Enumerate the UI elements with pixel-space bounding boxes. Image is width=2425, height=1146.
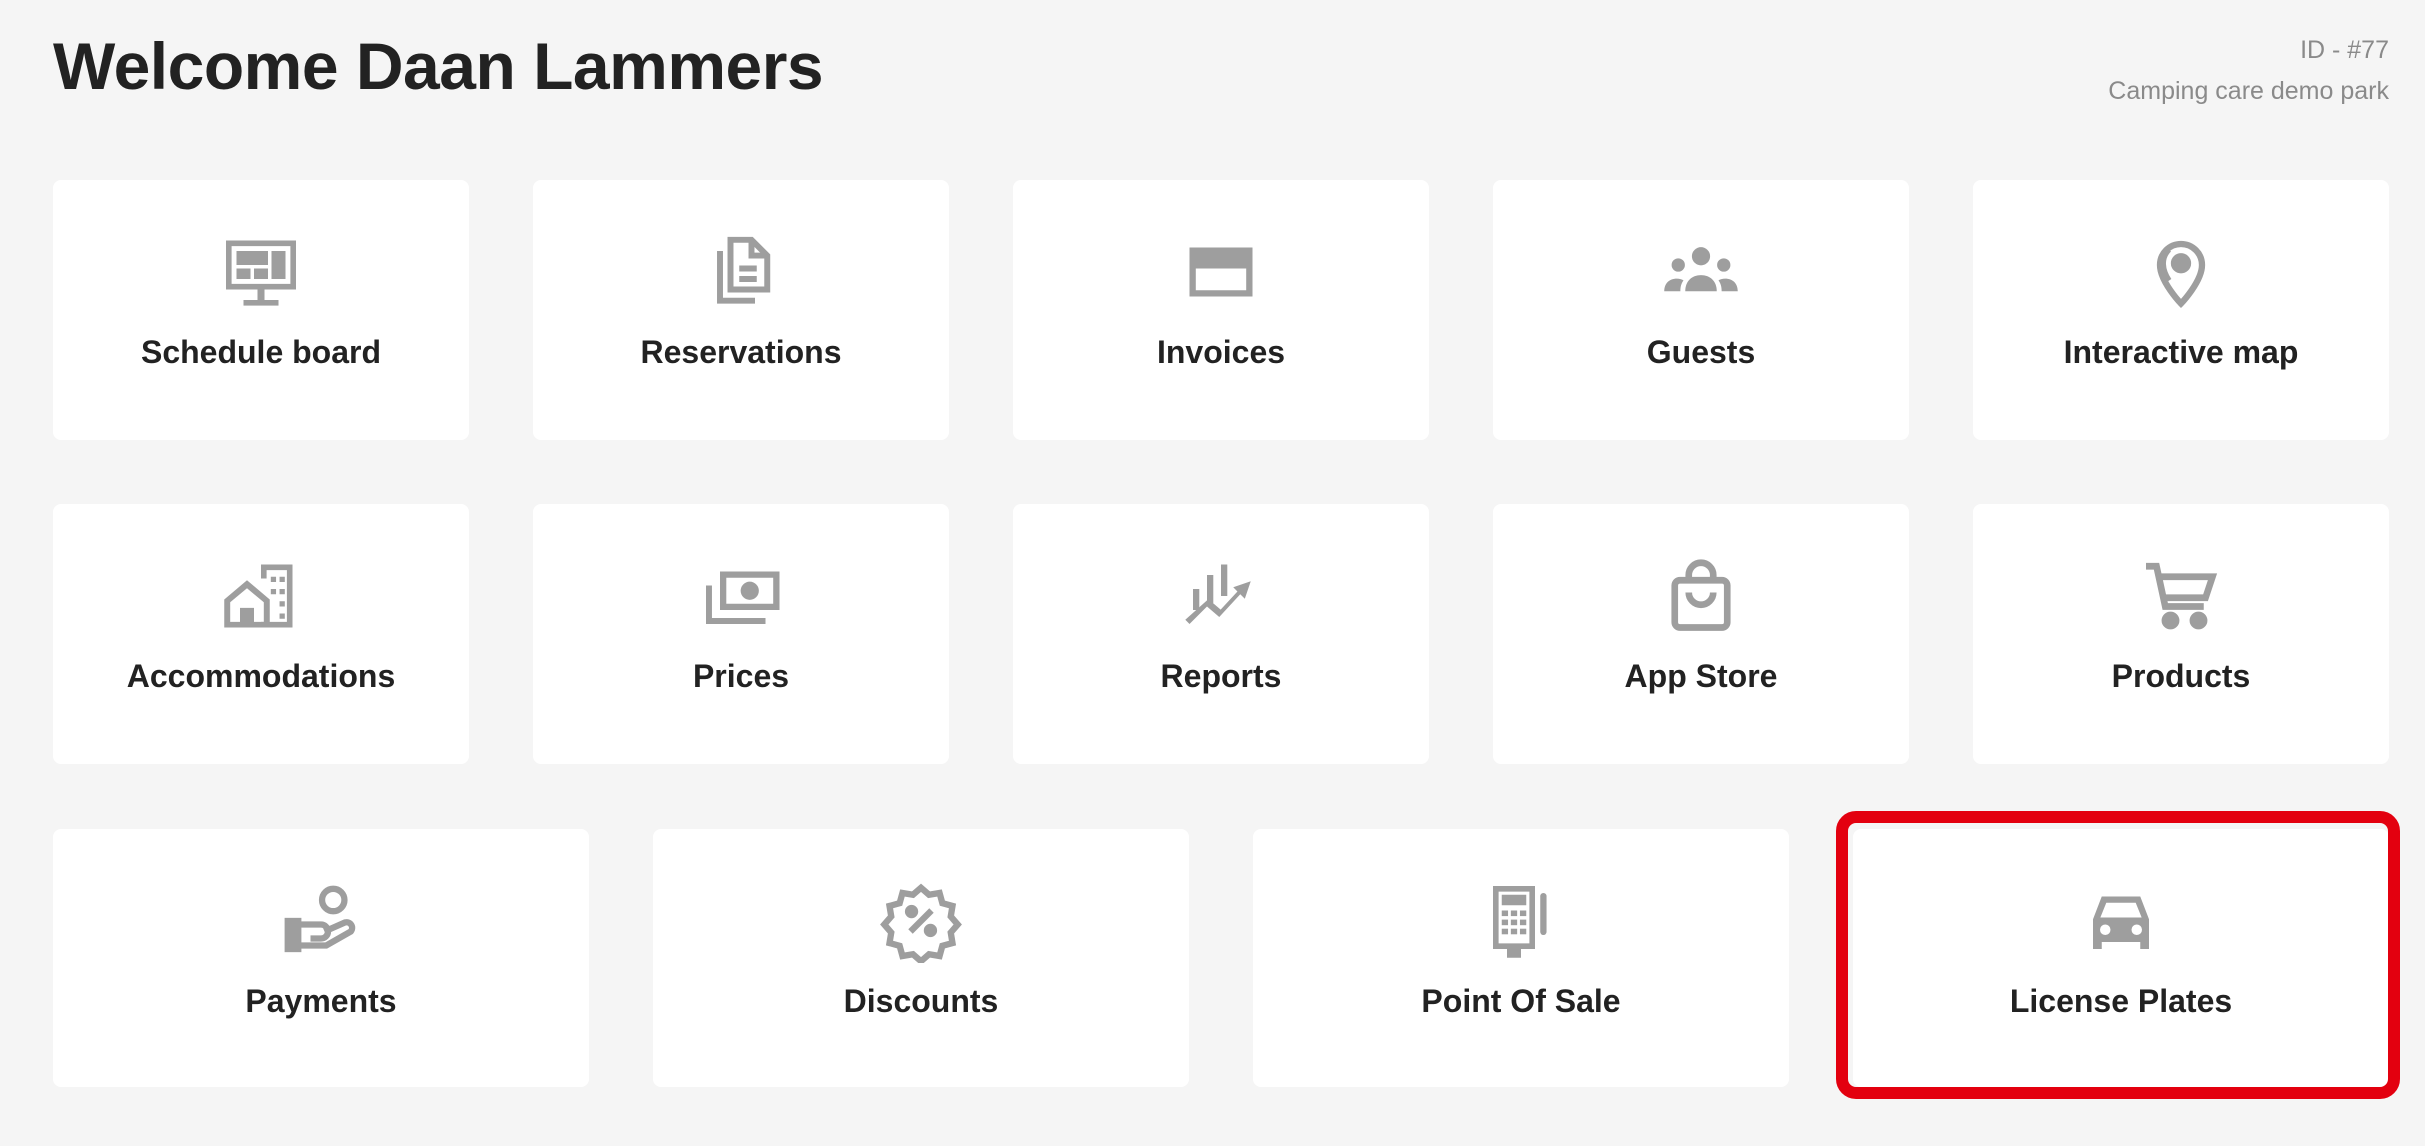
tile-label: License Plates [2009, 983, 2233, 1019]
tile-payments[interactable]: Payments [53, 829, 589, 1087]
tile-label: Reports [1160, 658, 1282, 694]
pos-terminal-icon [1479, 879, 1563, 963]
people-group-icon [1659, 230, 1743, 314]
hand-coin-icon [279, 879, 363, 963]
tile-reports[interactable]: Reports [1013, 504, 1429, 764]
chart-trend-icon [1179, 554, 1263, 638]
tile-label: Schedule board [140, 334, 382, 370]
tile-license-plates[interactable]: License Plates [1853, 829, 2389, 1087]
tile-reservations[interactable]: Reservations [533, 180, 949, 440]
tile-label: Interactive map [2063, 334, 2299, 370]
tile-invoices[interactable]: Invoices [1013, 180, 1429, 440]
tile-products[interactable]: Products [1973, 504, 2389, 764]
account-info: ID - #77 Camping care demo park [2108, 30, 2389, 112]
tile-label: Prices [692, 658, 790, 694]
shopping-cart-icon [2139, 554, 2223, 638]
monitor-icon [219, 230, 303, 314]
account-id: ID - #77 [2300, 36, 2389, 64]
buildings-icon [219, 554, 303, 638]
tile-point-of-sale[interactable]: Point Of Sale [1253, 829, 1789, 1087]
tile-schedule-board[interactable]: Schedule board [53, 180, 469, 440]
tile-label: Payments [245, 983, 397, 1019]
tile-label: Reservations [640, 334, 842, 370]
tile-guests[interactable]: Guests [1493, 180, 1909, 440]
car-icon [2079, 879, 2163, 963]
page-title: Welcome Daan Lammers [53, 29, 824, 103]
money-icon [699, 554, 783, 638]
tile-label: Discounts [843, 983, 999, 1019]
tile-app-store[interactable]: App Store [1493, 504, 1909, 764]
tile-label: App Store [1624, 658, 1778, 694]
tile-label: Invoices [1156, 334, 1286, 370]
tile-label: Guests [1646, 334, 1756, 370]
tile-label: Products [2111, 658, 2251, 694]
documents-icon [699, 230, 783, 314]
credit-card-icon [1179, 230, 1263, 314]
tile-interactive-map[interactable]: Interactive map [1973, 180, 2389, 440]
tile-prices[interactable]: Prices [533, 504, 949, 764]
tile-label: Accommodations [126, 658, 396, 694]
tile-discounts[interactable]: Discounts [653, 829, 1189, 1087]
park-name: Camping care demo park [2108, 77, 2389, 105]
shopping-bag-icon [1659, 554, 1743, 638]
map-pin-icon [2139, 230, 2223, 314]
discount-badge-icon [879, 879, 963, 963]
tile-accommodations[interactable]: Accommodations [53, 504, 469, 764]
tile-label: Point Of Sale [1421, 983, 1621, 1019]
